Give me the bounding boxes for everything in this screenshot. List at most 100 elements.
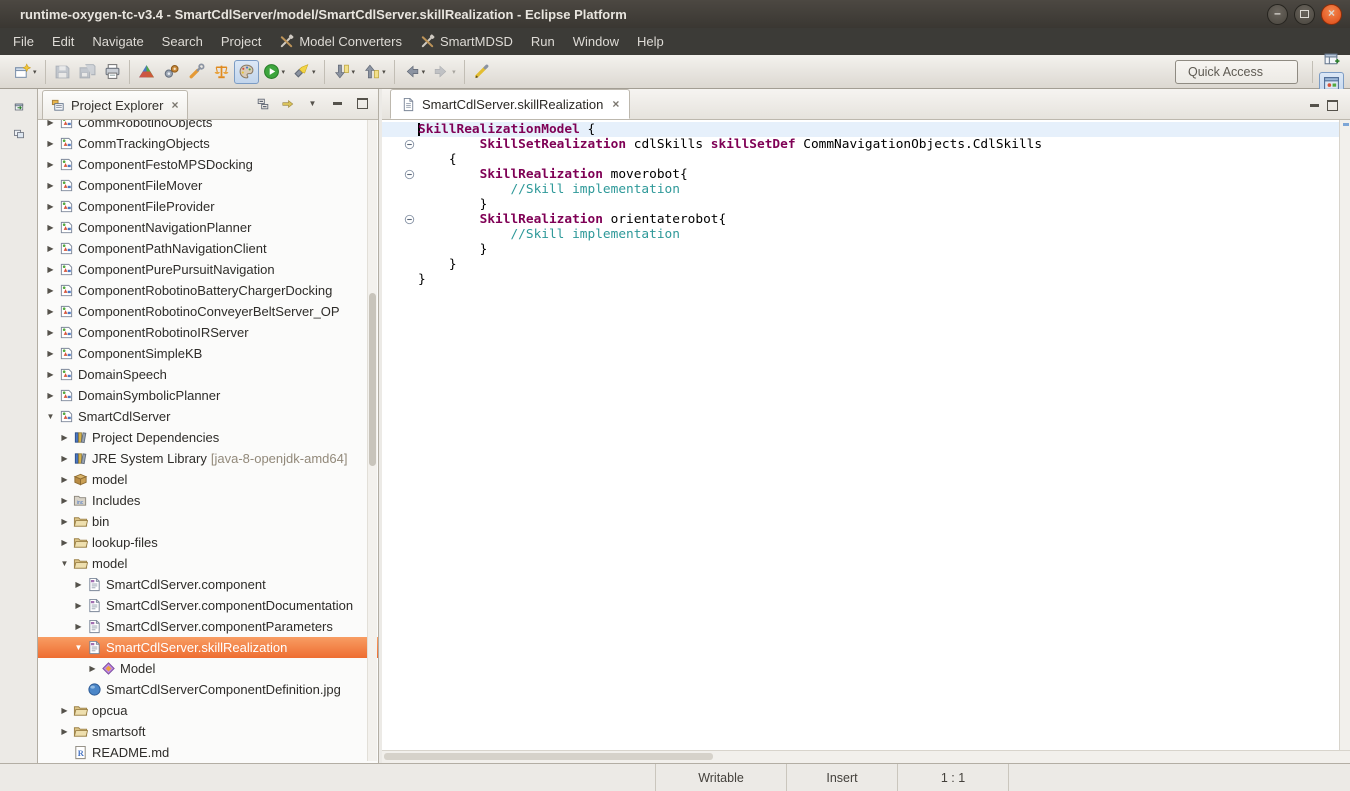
- tree-item-smartcdlserver-componentparameters[interactable]: ▶SmartCdlServer.componentParameters: [38, 616, 378, 637]
- tree-item-lookup-files[interactable]: ▶lookup-files: [38, 532, 378, 553]
- collapse-arrow-icon[interactable]: ▼: [72, 637, 85, 658]
- code-line-11[interactable]: }: [382, 272, 1339, 287]
- expand-arrow-icon[interactable]: ▶: [58, 490, 71, 511]
- tree-item-bin[interactable]: ▶bin: [38, 511, 378, 532]
- dropdown-arrow-icon[interactable]: ▾: [312, 68, 316, 76]
- expand-arrow-icon[interactable]: ▶: [58, 532, 71, 553]
- expand-arrow-icon[interactable]: ▶: [86, 658, 99, 679]
- search-button[interactable]: ▾: [289, 60, 320, 84]
- expand-arrow-icon[interactable]: ▶: [58, 427, 71, 448]
- build-all-button[interactable]: [159, 60, 184, 84]
- tree-item-commtrackingobjects[interactable]: ▶CommTrackingObjects: [38, 133, 378, 154]
- code-line-9[interactable]: }: [382, 242, 1339, 257]
- expand-arrow-icon[interactable]: ▶: [44, 120, 57, 133]
- maximize-button[interactable]: [1294, 4, 1315, 25]
- dropdown-arrow-icon[interactable]: ▾: [382, 68, 386, 76]
- link-with-editor-button[interactable]: [276, 93, 299, 114]
- tree-item-componentrobotinobatterychargerdocking[interactable]: ▶ComponentRobotinoBatteryChargerDocking: [38, 280, 378, 301]
- run-button[interactable]: ▾: [259, 60, 290, 84]
- code-editor[interactable]: SkillRealizationModel { SkillSetRealizat…: [382, 120, 1339, 750]
- tree-item-smartcdlservercomponentdefinition-jpg[interactable]: SmartCdlServerComponentDefinition.jpg: [38, 679, 378, 700]
- code-line-8[interactable]: //Skill implementation: [382, 227, 1339, 242]
- editor-tab[interactable]: SmartCdlServer.skillRealization ×: [390, 89, 630, 119]
- title-bar[interactable]: runtime-oxygen-tc-v3.4 - SmartCdlServer/…: [0, 0, 1350, 28]
- minimized-view-button-2[interactable]: [6, 122, 32, 145]
- tree-item-jre-system-library[interactable]: ▶JRE System Library[java-8-openjdk-amd64…: [38, 448, 378, 469]
- menu-file[interactable]: File: [4, 30, 43, 53]
- tree-item-smartsoft[interactable]: ▶smartsoft: [38, 721, 378, 742]
- menu-search[interactable]: Search: [153, 30, 212, 53]
- tree-item-opcua[interactable]: ▶opcua: [38, 700, 378, 721]
- expand-arrow-icon[interactable]: ▶: [44, 154, 57, 175]
- code-line-4[interactable]: SkillRealization moverobot{: [382, 167, 1339, 182]
- expand-arrow-icon[interactable]: ▶: [58, 700, 71, 721]
- tree-item-componentrobotinoirserver[interactable]: ▶ComponentRobotinoIRServer: [38, 322, 378, 343]
- editor-horizontal-scrollbar[interactable]: [382, 750, 1350, 763]
- menu-window[interactable]: Window: [564, 30, 628, 53]
- tree-item-componentpurepursuitnavigation[interactable]: ▶ComponentPurePursuitNavigation: [38, 259, 378, 280]
- dropdown-arrow-icon[interactable]: ▾: [33, 68, 37, 76]
- expand-arrow-icon[interactable]: ▶: [58, 721, 71, 742]
- expand-arrow-icon[interactable]: ▶: [72, 595, 85, 616]
- tree-item-componentrobotinoconveyerbeltserver-op[interactable]: ▶ComponentRobotinoConveyerBeltServer_OP: [38, 301, 378, 322]
- new-wizard-button[interactable]: ▾: [10, 60, 41, 84]
- expand-arrow-icon[interactable]: ▶: [44, 301, 57, 322]
- back-button[interactable]: ▾: [399, 60, 430, 84]
- explorer-scrollbar-thumb[interactable]: [369, 293, 376, 466]
- overview-ruler[interactable]: [1339, 120, 1350, 750]
- maximize-editor-button[interactable]: [1327, 100, 1338, 111]
- tree-item-commrobotinoobjects[interactable]: ▶CommRobotinoObjects: [38, 120, 378, 133]
- expand-arrow-icon[interactable]: ▶: [44, 175, 57, 196]
- expand-arrow-icon[interactable]: ▶: [44, 196, 57, 217]
- close-icon[interactable]: ×: [612, 97, 619, 111]
- expand-arrow-icon[interactable]: ▶: [72, 616, 85, 637]
- code-line-10[interactable]: }: [382, 257, 1339, 272]
- menu-run[interactable]: Run: [522, 30, 564, 53]
- tree-item-includes[interactable]: ▶incIncludes: [38, 490, 378, 511]
- collapse-arrow-icon[interactable]: ▼: [58, 553, 71, 574]
- expand-arrow-icon[interactable]: ▶: [44, 385, 57, 406]
- close-icon[interactable]: ×: [171, 98, 178, 112]
- menu-model-converters[interactable]: Model Converters: [270, 30, 411, 53]
- tree-item-componentpathnavigationclient[interactable]: ▶ComponentPathNavigationClient: [38, 238, 378, 259]
- expand-arrow-icon[interactable]: ▶: [44, 133, 57, 154]
- fold-collapse-icon[interactable]: [382, 169, 418, 180]
- expand-arrow-icon[interactable]: ▶: [58, 511, 71, 532]
- fold-collapse-icon[interactable]: [382, 214, 418, 225]
- expand-arrow-icon[interactable]: ▶: [44, 322, 57, 343]
- tree-item-componentnavigationplanner[interactable]: ▶ComponentNavigationPlanner: [38, 217, 378, 238]
- code-line-6[interactable]: }: [382, 197, 1339, 212]
- fold-collapse-icon[interactable]: [382, 139, 418, 150]
- explorer-scrollbar[interactable]: [367, 120, 377, 761]
- close-button[interactable]: ×: [1321, 4, 1342, 25]
- dropdown-arrow-icon[interactable]: ▾: [452, 68, 456, 76]
- dependencies-button[interactable]: [209, 60, 234, 84]
- next-annotation-button[interactable]: ▾: [329, 60, 360, 84]
- code-line-5[interactable]: //Skill implementation: [382, 182, 1339, 197]
- expand-arrow-icon[interactable]: ▶: [72, 574, 85, 595]
- tree-item-smartcdlserver-skillrealization[interactable]: ▼SmartCdlServer.skillRealization: [38, 637, 378, 658]
- minimize-button[interactable]: –: [1267, 4, 1288, 25]
- code-line-3[interactable]: {: [382, 152, 1339, 167]
- last-edit-location-button[interactable]: [469, 60, 494, 84]
- tree-item-componentfilemover[interactable]: ▶ComponentFileMover: [38, 175, 378, 196]
- menu-project[interactable]: Project: [212, 30, 270, 53]
- menu-navigate[interactable]: Navigate: [83, 30, 152, 53]
- dropdown-arrow-icon[interactable]: ▾: [422, 68, 426, 76]
- minimized-view-button-1[interactable]: [6, 95, 32, 118]
- expand-arrow-icon[interactable]: ▶: [44, 259, 57, 280]
- minimize-view-button[interactable]: [326, 93, 349, 114]
- code-line-1[interactable]: SkillRealizationModel {: [382, 122, 1339, 137]
- expand-arrow-icon[interactable]: ▶: [58, 448, 71, 469]
- graphical-editor-button[interactable]: [234, 60, 259, 84]
- expand-arrow-icon[interactable]: ▶: [58, 469, 71, 490]
- code-line-7[interactable]: SkillRealization orientaterobot{: [382, 212, 1339, 227]
- expand-arrow-icon[interactable]: ▶: [44, 217, 57, 238]
- menu-edit[interactable]: Edit: [43, 30, 83, 53]
- tree-item-domainsymbolicplanner[interactable]: ▶DomainSymbolicPlanner: [38, 385, 378, 406]
- expand-arrow-icon[interactable]: ▶: [44, 364, 57, 385]
- tree-item-componentsimplekb[interactable]: ▶ComponentSimpleKB: [38, 343, 378, 364]
- open-model-button[interactable]: [134, 60, 159, 84]
- code-line-2[interactable]: SkillSetRealization cdlSkills skillSetDe…: [382, 137, 1339, 152]
- tree-item-smartcdlserver-component[interactable]: ▶SmartCdlServer.component: [38, 574, 378, 595]
